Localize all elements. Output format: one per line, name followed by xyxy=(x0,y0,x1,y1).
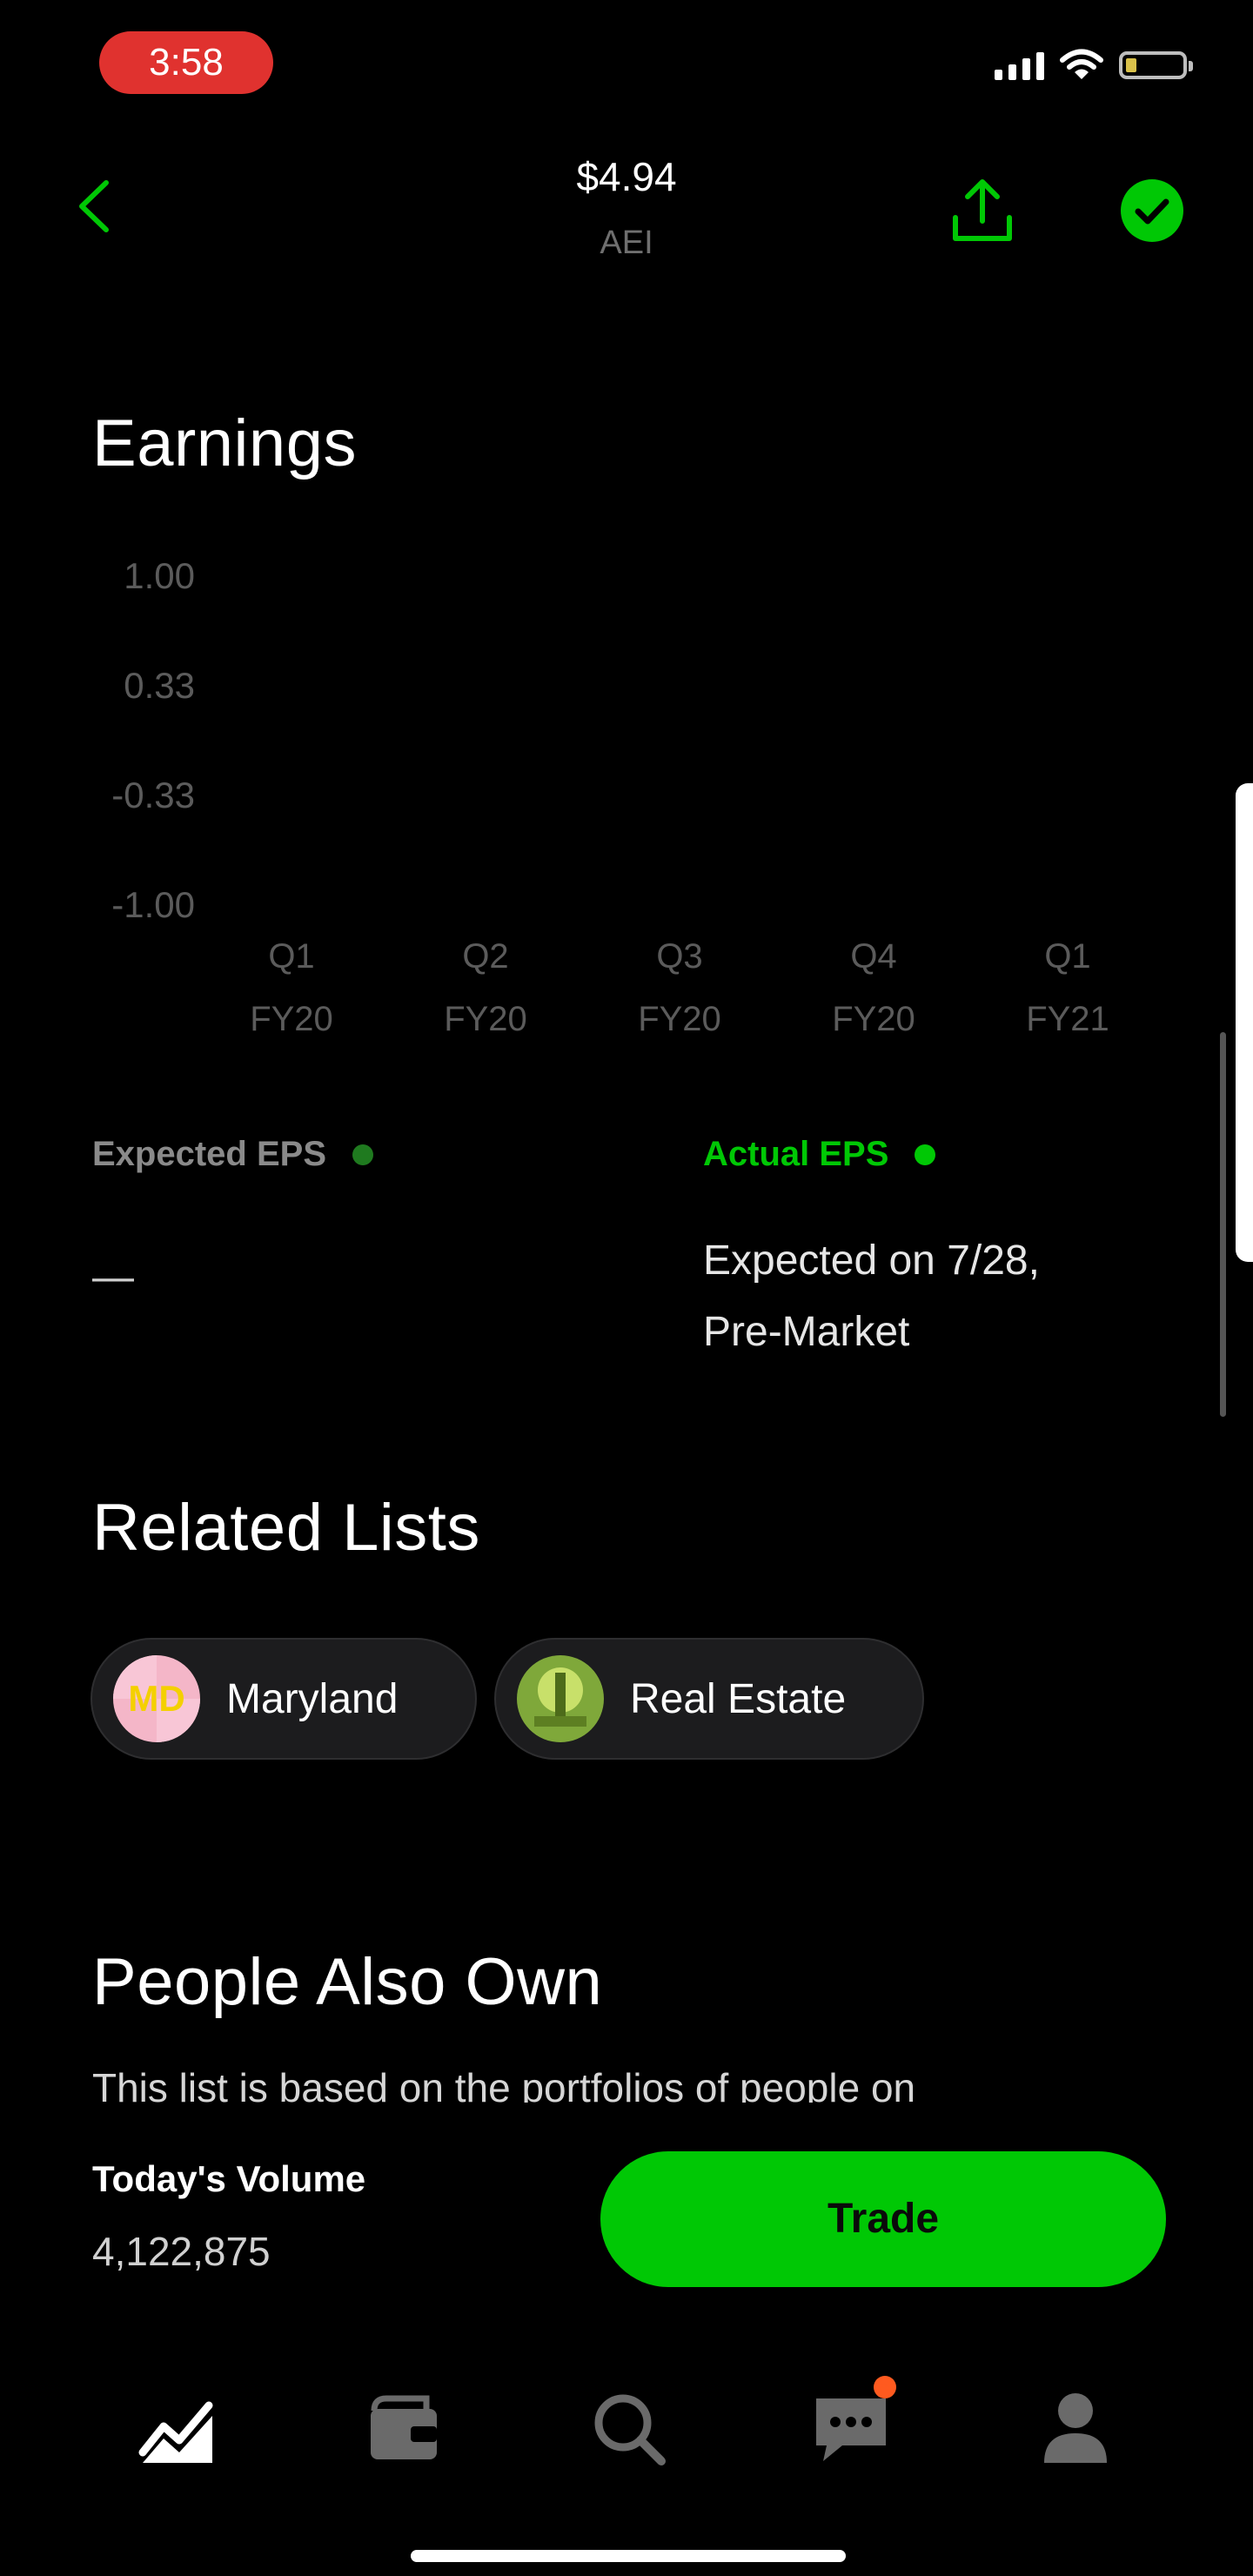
people-also-own-title: People Also Own xyxy=(92,1945,603,2019)
header-ticker: AEI xyxy=(600,225,653,261)
scrollbar[interactable] xyxy=(1220,1032,1226,1417)
battery-icon xyxy=(1119,51,1193,79)
home-indicator[interactable] xyxy=(411,2550,846,2562)
related-list-label: Maryland xyxy=(226,1675,399,1722)
wallet-icon[interactable] xyxy=(360,2385,447,2472)
related-list-label: Real Estate xyxy=(630,1675,847,1722)
wifi-icon xyxy=(1060,49,1103,79)
people-also-own-description: This list is based on the portfolios of … xyxy=(92,2065,916,2103)
x-tick: Q3 FY20 xyxy=(638,937,721,1038)
actual-eps-label: Actual EPS xyxy=(703,1135,889,1173)
account-icon[interactable] xyxy=(1032,2385,1119,2472)
status-icons xyxy=(995,49,1193,82)
expected-eps-value: — xyxy=(92,1254,134,1300)
expected-eps-label: Expected EPS xyxy=(92,1135,327,1173)
y-tick: 0.33 xyxy=(124,665,195,706)
maryland-flag-icon: MD xyxy=(113,1655,200,1742)
actual-eps-legend: Actual EPS xyxy=(703,1135,936,1174)
svg-text:MD: MD xyxy=(128,1678,184,1719)
todays-volume-label: Today's Volume xyxy=(92,2158,366,2199)
y-tick: -1.00 xyxy=(111,884,195,925)
x-tick: Q1 FY21 xyxy=(1026,937,1109,1038)
related-list-chip-maryland[interactable]: MD Maryland xyxy=(90,1638,477,1760)
related-lists-title: Related Lists xyxy=(92,1491,480,1565)
header-price: $4.94 xyxy=(576,154,677,199)
x-tick: Q1 FY20 xyxy=(250,937,333,1038)
watchlist-check-icon[interactable] xyxy=(1121,179,1183,242)
y-tick: 1.00 xyxy=(124,555,195,596)
notification-badge xyxy=(874,2376,896,2398)
todays-volume-value: 4,122,875 xyxy=(92,2229,271,2274)
messages-tab[interactable] xyxy=(807,2376,903,2472)
x-tick: Q4 FY20 xyxy=(832,937,915,1038)
share-icon[interactable] xyxy=(948,176,1016,245)
actual-eps-value: Expected on 7/28, Pre-Market xyxy=(703,1238,1040,1355)
expected-eps-dot xyxy=(352,1144,374,1165)
trade-button[interactable]: Trade xyxy=(600,2151,1166,2287)
search-icon[interactable] xyxy=(585,2385,672,2472)
chart-icon[interactable] xyxy=(134,2385,221,2472)
earnings-title: Earnings xyxy=(92,406,357,480)
actual-eps-dot xyxy=(915,1144,936,1165)
related-list-chip-real-estate[interactable]: Real Estate xyxy=(494,1638,924,1760)
real-estate-icon xyxy=(517,1655,604,1742)
expected-eps-legend: Expected EPS xyxy=(92,1135,374,1174)
x-tick: Q2 FY20 xyxy=(444,937,527,1038)
status-time: 3:58 xyxy=(99,31,273,94)
y-tick: -0.33 xyxy=(111,775,195,815)
cellular-signal-icon xyxy=(995,50,1044,80)
edge-panel xyxy=(1236,783,1253,1262)
